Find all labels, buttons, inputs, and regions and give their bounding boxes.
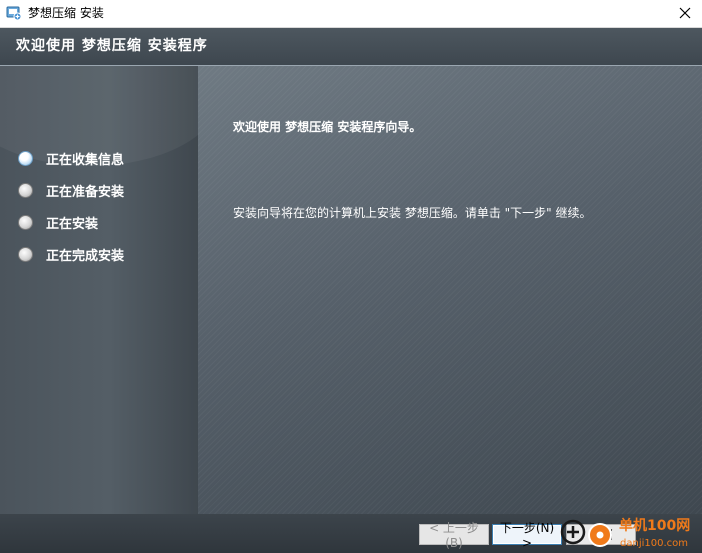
step-radio-icon xyxy=(18,214,33,230)
watermark-url: danji100.com xyxy=(620,538,688,549)
wizard-header: 欢迎使用 梦想压缩 安装程序 xyxy=(0,28,702,66)
step-label: 正在完成安装 xyxy=(46,248,125,264)
site-watermark-logo: 单机100网 danji100.com xyxy=(560,517,690,549)
window-titlebar[interactable]: 梦想压缩 安装 xyxy=(0,0,702,28)
step-collecting-info: 正在收集信息 xyxy=(18,142,124,174)
step-active-radio-icon xyxy=(18,150,33,166)
close-button[interactable] xyxy=(668,0,702,27)
next-button[interactable]: 下一步(N) > xyxy=(492,521,562,550)
close-icon xyxy=(679,4,691,23)
welcome-description: 安装向导将在您的计算机上安装 梦想压缩。请单击 "下一步" 继续。 xyxy=(233,206,592,220)
step-preparing-install: 正在准备安装 xyxy=(18,174,124,206)
steps-list: 正在收集信息 正在准备安装 正在安装 正在完成安装 xyxy=(18,142,124,270)
step-label: 正在安装 xyxy=(46,216,99,232)
watermark-name: 单机100网 xyxy=(619,517,690,534)
step-radio-icon xyxy=(18,182,33,198)
header-title: 欢迎使用 梦想压缩 安装程序 xyxy=(16,38,208,54)
steps-sidebar: 正在收集信息 正在准备安装 正在安装 正在完成安装 xyxy=(0,66,198,514)
step-finishing-install: 正在完成安装 xyxy=(18,238,124,270)
back-button[interactable]: < 上一步(B) xyxy=(419,521,489,550)
step-label: 正在收集信息 xyxy=(46,152,125,168)
step-label: 正在准备安装 xyxy=(46,184,125,200)
step-installing: 正在安装 xyxy=(18,206,124,238)
window-title: 梦想压缩 安装 xyxy=(28,6,104,20)
step-radio-icon xyxy=(18,246,33,262)
welcome-title: 欢迎使用 梦想压缩 安装程序向导。 xyxy=(233,120,422,134)
wizard-content: 欢迎使用 梦想压缩 安装程序向导。 安装向导将在您的计算机上安装 梦想压缩。请单… xyxy=(198,66,702,514)
installer-app-icon xyxy=(6,5,22,21)
